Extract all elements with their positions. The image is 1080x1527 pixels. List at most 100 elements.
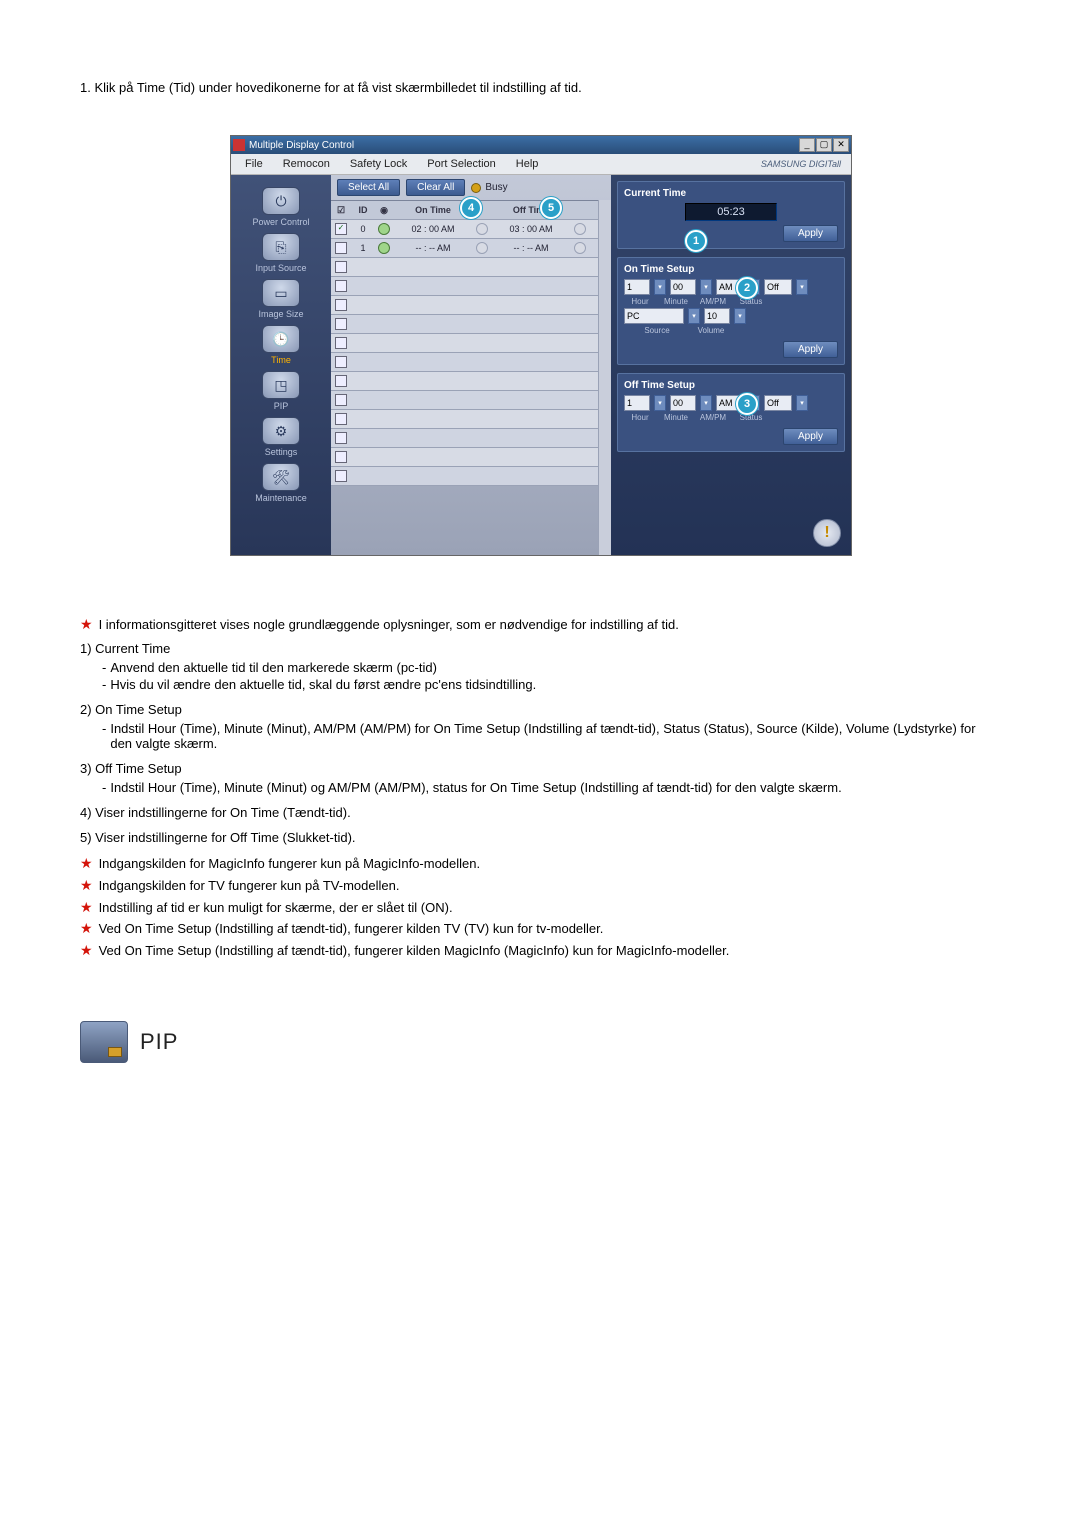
status-dot-icon	[378, 223, 390, 235]
numbered-note-line: -Anvend den aktuelle tid til den markere…	[102, 660, 1000, 675]
dropdown-icon[interactable]: ▾	[688, 308, 700, 324]
maximize-button[interactable]: ▢	[816, 138, 832, 152]
menubar: File Remocon Safety Lock Port Selection …	[231, 154, 851, 175]
sidebar-label: PIP	[241, 401, 321, 411]
gear-icon: ⚙	[262, 417, 300, 445]
row-checkbox[interactable]	[335, 261, 347, 273]
numbered-note: 5) Viser indstillingerne for Off Time (S…	[80, 830, 1000, 845]
select-all-button[interactable]: Select All	[337, 179, 400, 196]
sidebar-item-maintenance[interactable]: 🛠 Maintenance	[241, 463, 321, 503]
on-minute-select[interactable]: 00	[670, 279, 696, 295]
off-time-section: Off Time Setup 1▾ 00▾ AM▾ Off▾ Hour Minu…	[617, 373, 845, 452]
off-hour-select[interactable]: 1	[624, 395, 650, 411]
row-checkbox[interactable]	[335, 356, 347, 368]
row-off-time: -- : -- AM	[491, 243, 571, 253]
on-time-apply-button[interactable]: Apply	[783, 341, 838, 358]
dropdown-icon[interactable]: ▾	[700, 395, 712, 411]
callout-5: 5	[540, 197, 562, 219]
sidebar-item-image-size[interactable]: ▭ Image Size	[241, 279, 321, 319]
menu-port-selection[interactable]: Port Selection	[417, 158, 505, 170]
table-row[interactable]: 1-- : -- AM-- : -- AM	[331, 239, 598, 258]
dropdown-icon[interactable]: ▾	[654, 395, 666, 411]
row-checkbox[interactable]	[335, 337, 347, 349]
menu-file[interactable]: File	[235, 158, 273, 170]
sidebar-label: Settings	[241, 447, 321, 457]
dropdown-icon[interactable]: ▾	[700, 279, 712, 295]
row-checkbox[interactable]	[335, 451, 347, 463]
input-source-icon: ⎘	[262, 233, 300, 261]
table-row	[331, 315, 598, 334]
row-checkbox[interactable]	[335, 470, 347, 482]
row-checkbox[interactable]	[335, 318, 347, 330]
hour-label: Hour	[624, 413, 656, 422]
table-row	[331, 448, 598, 467]
numbered-note-title: 1) Current Time	[80, 641, 1000, 656]
minute-label: Minute	[660, 297, 692, 306]
dropdown-icon[interactable]: ▾	[734, 308, 746, 324]
numbered-note-line: -Hvis du vil ændre den aktuelle tid, ska…	[102, 677, 1000, 692]
sidebar-label: Power Control	[241, 217, 321, 227]
on-status-select[interactable]: Off	[764, 279, 792, 295]
busy-indicator: Busy	[471, 182, 507, 193]
numbered-note-title: 5) Viser indstillingerne for Off Time (S…	[80, 830, 1000, 845]
image-size-icon: ▭	[262, 279, 300, 307]
row-checkbox[interactable]	[335, 394, 347, 406]
star-icon: ★	[80, 877, 93, 894]
sidebar-item-power-control[interactable]: ⏻ Power Control	[241, 187, 321, 227]
status-dot-icon	[574, 242, 586, 254]
on-source-select[interactable]: PC	[624, 308, 684, 324]
row-checkbox[interactable]	[335, 413, 347, 425]
row-checkbox[interactable]	[335, 242, 347, 254]
row-checkbox[interactable]	[335, 223, 347, 235]
sidebar-item-pip[interactable]: ◳ PIP	[241, 371, 321, 411]
status-label: Status	[734, 413, 768, 422]
star-icon: ★	[80, 855, 93, 872]
numbered-note-title: 2) On Time Setup	[80, 702, 1000, 717]
sidebar-item-settings[interactable]: ⚙ Settings	[241, 417, 321, 457]
busy-dot-icon	[471, 183, 481, 193]
minimize-button[interactable]: _	[799, 138, 815, 152]
status-dot-icon	[378, 242, 390, 254]
off-status-select[interactable]: Off	[764, 395, 792, 411]
brand-label: SAMSUNG DIGITall	[761, 159, 847, 169]
grid-scrollbar[interactable]	[598, 200, 611, 555]
mdc-window: Multiple Display Control _ ▢ ✕ File Remo…	[230, 135, 852, 556]
row-checkbox[interactable]	[335, 432, 347, 444]
col-id: ID	[351, 205, 375, 215]
star-note-text: Indgangskilden for TV fungerer kun på TV…	[99, 877, 400, 896]
menu-help[interactable]: Help	[506, 158, 549, 170]
row-checkbox[interactable]	[335, 280, 347, 292]
sidebar-label: Time	[241, 355, 321, 365]
row-checkbox[interactable]	[335, 375, 347, 387]
on-volume-select[interactable]: 10	[704, 308, 730, 324]
sidebar-item-input-source[interactable]: ⎘ Input Source	[241, 233, 321, 273]
off-minute-select[interactable]: 00	[670, 395, 696, 411]
dropdown-icon[interactable]: ▾	[796, 395, 808, 411]
star-icon: ★	[80, 616, 93, 633]
star-note-text: Indstilling af tid er kun muligt for skæ…	[99, 899, 453, 918]
warning-icon: !	[813, 519, 841, 547]
close-button[interactable]: ✕	[833, 138, 849, 152]
time-panel: Current Time 05:23 Apply On Time Setup 1…	[611, 175, 851, 555]
sidebar-item-time[interactable]: 🕒 Time	[241, 325, 321, 365]
ampm-label: AM/PM	[696, 297, 730, 306]
off-time-apply-button[interactable]: Apply	[783, 428, 838, 445]
table-row[interactable]: 002 : 00 AM03 : 00 AM	[331, 220, 598, 239]
callout-1: 1	[685, 230, 707, 252]
row-on-time: 02 : 00 AM	[393, 224, 473, 234]
row-checkbox[interactable]	[335, 299, 347, 311]
menu-remocon[interactable]: Remocon	[273, 158, 340, 170]
current-time-apply-button[interactable]: Apply	[783, 225, 838, 242]
numbered-note-line: -Indstil Hour (Time), Minute (Minut), AM…	[102, 721, 1000, 751]
star-note-text: Ved On Time Setup (Indstilling af tændt-…	[99, 920, 604, 939]
clear-all-button[interactable]: Clear All	[406, 179, 465, 196]
intro-text: 1. Klik på Time (Tid) under hovedikonern…	[80, 80, 1000, 95]
star-note: ★Indstilling af tid er kun muligt for sk…	[80, 899, 1000, 918]
on-hour-select[interactable]: 1	[624, 279, 650, 295]
titlebar: Multiple Display Control _ ▢ ✕	[231, 136, 851, 154]
numbered-note: 1) Current Time -Anvend den aktuelle tid …	[80, 641, 1000, 692]
display-grid: ☑ ID ◉ On Time Off Time 002 : 00 AM03 : …	[331, 200, 598, 486]
star-note: ★Ved On Time Setup (Indstilling af tændt…	[80, 942, 1000, 961]
menu-safety-lock[interactable]: Safety Lock	[340, 158, 417, 170]
dropdown-icon[interactable]: ▾	[654, 279, 666, 295]
